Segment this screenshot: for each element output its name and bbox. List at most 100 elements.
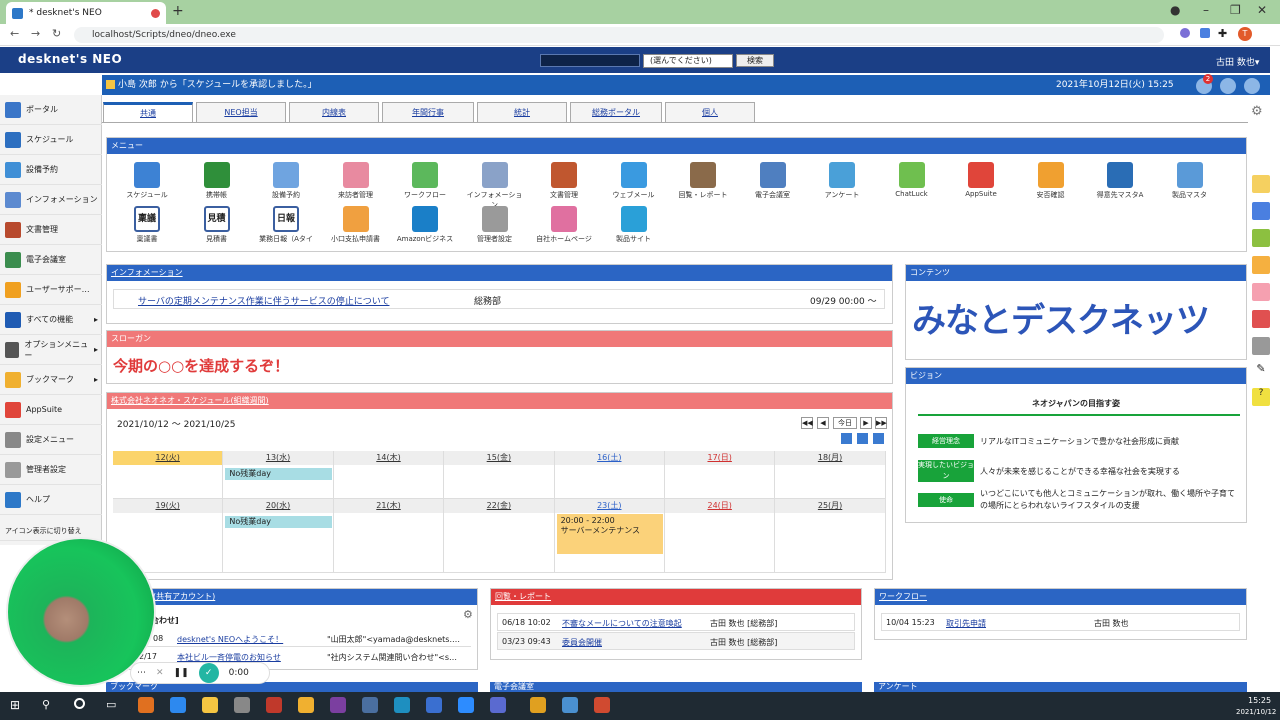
taskbar-calculator-icon[interactable] [234,697,250,713]
sidebar-item-settings[interactable]: 設定メニュー [0,425,102,455]
taskbar-app-icon[interactable] [562,697,578,713]
search-input[interactable] [540,54,640,67]
calendar-day-header[interactable]: 20(水) [223,499,334,513]
calendar-day-cell[interactable] [333,465,445,499]
taskbar-app-icon[interactable] [170,697,186,713]
pencil-icon[interactable]: ✎ [1252,362,1270,380]
chat-icon[interactable] [1220,78,1236,94]
back-icon[interactable]: ← [10,27,19,40]
help-question-icon[interactable]: ? [1252,388,1270,406]
calendar-event[interactable]: No残業day [225,516,332,528]
menu-item[interactable]: 安否確認 [1021,162,1081,200]
reload-icon[interactable]: ↻ [52,27,61,40]
more-icon[interactable]: ⋯ [137,668,146,678]
next-week-button[interactable]: ▶▶ [875,417,887,429]
calendar-day-cell[interactable] [665,465,776,499]
close-window-icon[interactable]: ✕ [1257,3,1267,17]
calendar-day-cell[interactable] [333,513,445,573]
taskbar-explorer-icon[interactable] [298,697,314,713]
circular-title[interactable]: 回覧・レポート [491,589,861,605]
calendar-day-cell[interactable] [444,513,555,573]
tab-common[interactable]: 共通 [103,102,193,123]
menu-item[interactable]: 製品サイト [604,206,664,244]
calendar-day-header[interactable]: 23(土) [554,499,665,513]
task-view-icon[interactable]: ▭ [106,698,116,711]
windows-start-icon[interactable]: ⊞ [10,698,20,712]
menu-item[interactable]: 稟議 稟議書 [117,206,177,244]
quick-pink-tab[interactable] [1252,283,1270,301]
taskbar-app-icon[interactable] [362,697,378,713]
browser-tab[interactable]: * desknet's NEO [6,2,166,24]
search-icon[interactable]: ⚲ [42,698,50,711]
sidebar-item-facility[interactable]: 設備予約 [0,155,102,185]
calendar-day-header[interactable]: 16(土) [554,451,665,465]
information-link[interactable]: サーバの定期メンテナンス作業に伴うサービスの停止について [138,294,389,307]
tab-extension[interactable]: 内線表 [289,102,379,123]
menu-item[interactable]: スケジュール [117,162,177,200]
calendar-day-header[interactable]: 18(月) [775,451,886,465]
search-button[interactable]: 検索 [736,54,774,67]
menu-item[interactable]: 来訪者管理 [326,162,386,200]
taskbar-app-icon[interactable] [138,697,154,713]
user-menu[interactable]: 古田 数也▾ [1216,55,1259,68]
next-day-button[interactable]: ▶ [860,417,872,429]
extension-icon[interactable] [1180,28,1190,38]
calendar-day-header[interactable]: 24(日) [665,499,776,513]
sidebar-item-help[interactable]: ヘルプ [0,485,102,515]
today-button[interactable]: 今日 [833,417,857,429]
circular-row[interactable]: 06/18 10:02 不審なメールについての注意喚起 古田 数也 [総務部] [497,613,855,631]
prev-day-button[interactable]: ◀ [817,417,829,429]
calendar-day-header[interactable]: 17(日) [665,451,776,465]
menu-item[interactable]: 見積 見積書 [187,206,247,244]
quick-gray-tab[interactable] [1252,337,1270,355]
settings-gear-icon[interactable]: ⚙ [1251,104,1263,119]
tab-record-icon[interactable] [151,8,160,18]
calendar-day-header[interactable]: 13(水) [223,451,334,465]
quick-blue-tab[interactable] [1252,202,1270,220]
menu-item[interactable]: 自社ホームページ [534,206,594,244]
calendar-day-header[interactable]: 12(火) [113,451,224,465]
maximize-icon[interactable]: ❐ [1230,3,1241,17]
tab-personal[interactable]: 個人 [665,102,755,123]
menu-item[interactable]: ChatLuck [882,162,942,198]
app-logo[interactable]: desknet's NEO [18,52,122,66]
taskbar-powerpoint-icon[interactable] [594,697,610,713]
menu-item[interactable]: インフォメーション [465,162,525,210]
prev-week-button[interactable]: ◀◀ [801,417,813,429]
calendar-day-header[interactable]: 25(月) [775,499,886,513]
calendar-day-cell[interactable] [554,465,665,499]
calendar-day-header[interactable]: 22(金) [444,499,555,513]
tab-neo[interactable]: NEO担当 [196,102,286,123]
menu-item[interactable]: 回覧・レポート [673,162,733,200]
taskbar-zoom-icon[interactable] [458,697,474,713]
calendar-day-cell[interactable] [444,465,555,499]
minimize-icon[interactable]: – [1203,3,1209,17]
mail-row[interactable]: 08 desknet's NEOへようこそ！ "山田太郎"<yamada@des… [147,631,471,647]
menu-item[interactable]: 管理者設定 [465,206,525,244]
calendar-day-header[interactable]: 21(木) [333,499,445,513]
taskbar-access-icon[interactable] [266,697,282,713]
menu-item[interactable]: 設備予約 [256,162,316,200]
mail-settings-gear-icon[interactable]: ⚙ [463,608,473,621]
menu-item[interactable]: 製品マスタ [1160,162,1220,200]
taskbar-chrome-icon[interactable] [530,697,546,713]
calendar-day-cell[interactable] [775,513,886,573]
tab-annual-events[interactable]: 年間行事 [382,102,474,123]
calendar-day-cell[interactable] [665,513,776,573]
sidebar-item-options[interactable]: オプションメニュー ▸ [0,335,102,365]
search-target-select[interactable]: (選んでください) [643,54,733,68]
workflow-title[interactable]: ワークフロー [875,589,1246,605]
menu-item[interactable]: アンケート [812,162,872,200]
mail-title[interactable]: ル(共有アカウント) [107,589,477,605]
puzzle-icon[interactable]: ✚ [1218,27,1227,40]
taskbar-notes-icon[interactable] [202,697,218,713]
sidebar-item-support[interactable]: ユーザーサポー… [0,275,102,305]
sidebar-item-portal[interactable]: ポータル [0,95,102,125]
cortana-icon[interactable] [74,698,85,709]
sidebar-item-schedule[interactable]: スケジュール [0,125,102,155]
calendar-day-header[interactable]: 19(火) [113,499,224,513]
calendar-day-header[interactable]: 14(木) [333,451,445,465]
url-input[interactable]: localhost/Scripts/dneo/dneo.exe [74,27,1164,43]
contents-banner[interactable]: みなとデスクネッツ [912,293,1210,342]
menu-item[interactable]: 小口支払申請書 [326,206,386,244]
